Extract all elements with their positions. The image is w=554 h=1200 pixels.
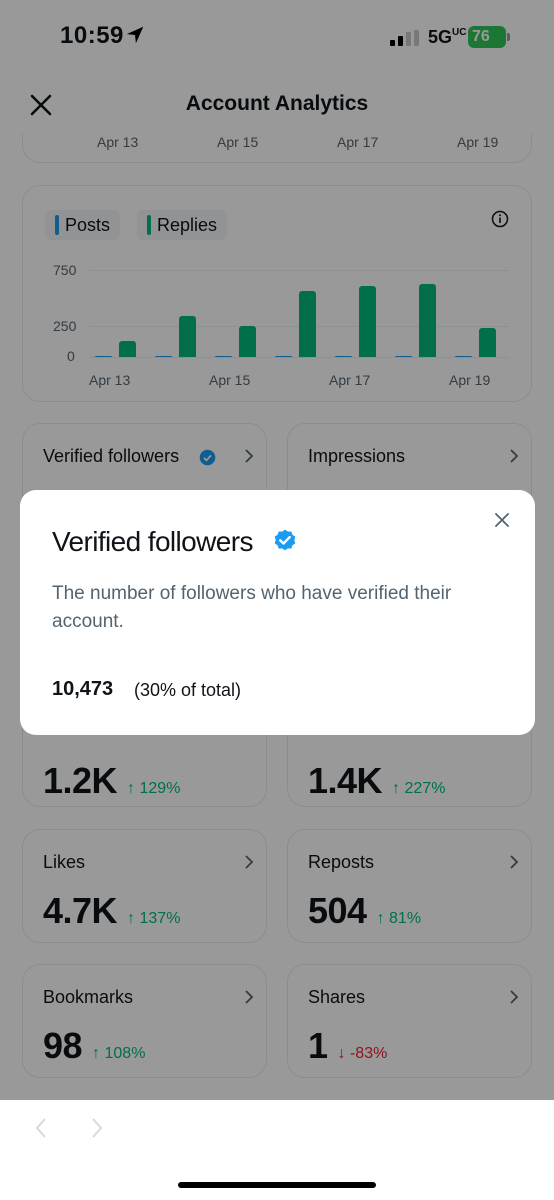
dialog-title: Verified followers (52, 526, 253, 557)
back-arrow-icon[interactable] (32, 1116, 50, 1140)
dialog-description: The number of followers who have verifie… (52, 583, 452, 632)
verified-followers-dialog: Verified followers The number of followe… (20, 490, 535, 735)
verified-followers-count: 10,473 (52, 678, 114, 700)
verified-badge-icon (274, 529, 296, 551)
verified-followers-percent: (30% of total) (134, 680, 242, 700)
close-icon[interactable] (494, 512, 510, 528)
forward-arrow-icon[interactable] (88, 1116, 106, 1140)
home-indicator[interactable] (178, 1182, 376, 1188)
bottom-nav-bar (0, 1100, 554, 1200)
